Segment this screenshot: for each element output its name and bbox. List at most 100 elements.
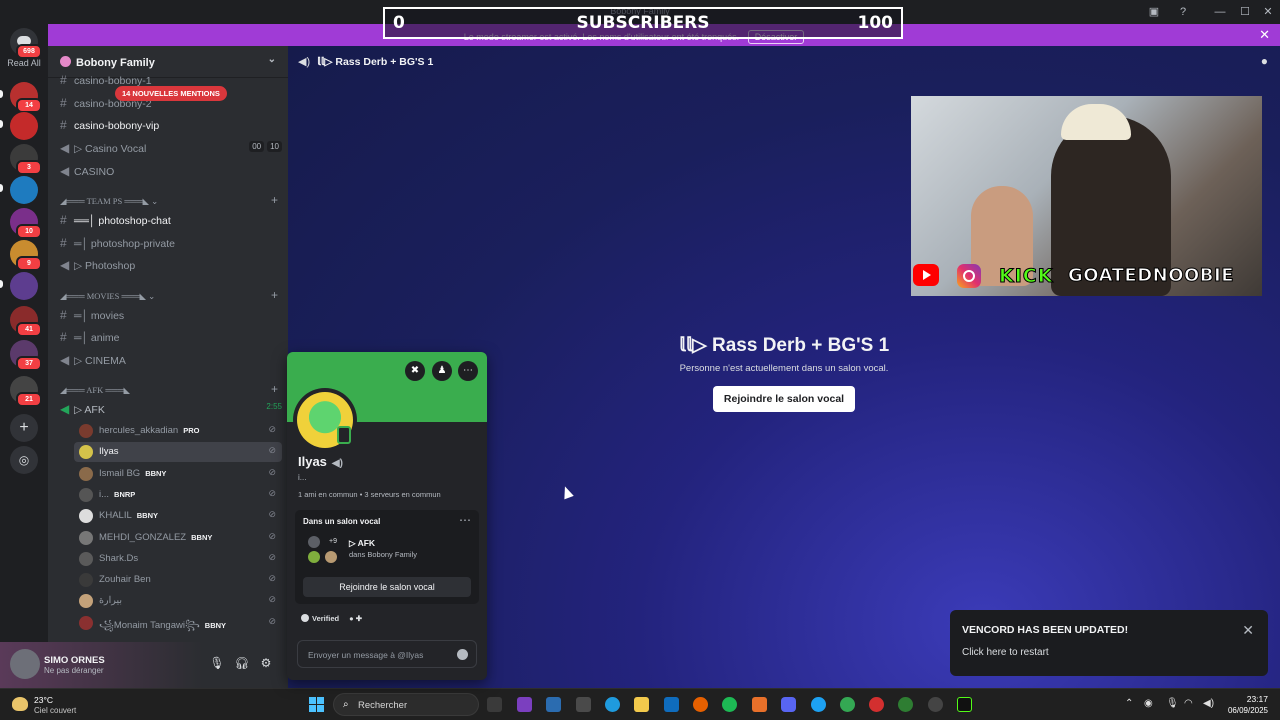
server-icon[interactable] [10,112,38,140]
message-input[interactable]: Envoyer un message à @Ilyas [297,640,477,668]
subs-label: SUBSCRIBERS [576,13,710,33]
new-mentions-pill[interactable]: 14 NOUVELLES MENTIONS [115,86,227,101]
add-channel-icon[interactable]: + [271,193,278,207]
tools-icon[interactable]: ✖ [405,361,425,381]
profile-name-text: Ilyas [298,454,327,469]
restart-link[interactable]: Click here to restart [962,647,1049,658]
add-server-icon[interactable]: + [10,414,38,442]
voice-user-row[interactable]: MEHDI_GONZALEZ BBNY ⊘ [74,528,282,548]
server-icon[interactable]: 21 [10,376,42,407]
channel-casino[interactable]: ◀ CASINO [56,160,282,180]
server-icon[interactable] [10,176,38,204]
maximize-button[interactable]: ☐ [1237,4,1253,20]
server-icon[interactable]: 41 [10,306,42,337]
more-options-icon[interactable]: ⋯ [458,361,478,381]
channel-casino-bobony-vip[interactable]: # casino-bobony-vip [56,114,282,134]
voice-user-row[interactable]: Shark.Ds ⊘ [74,549,282,569]
voice-user-row[interactable]: Ismail BG BBNY ⊘ [74,464,282,484]
explore-icon[interactable]: ◎ [10,446,38,474]
emoji-icon[interactable] [457,649,468,660]
join-voice-button[interactable]: Rejoindre le salon vocal [712,386,856,412]
channel-anime[interactable]: # ═│ anime [56,326,282,346]
windows-start-icon[interactable] [309,697,324,712]
close-icon[interactable]: ✕ [1242,622,1254,639]
voice-user-row[interactable]: hercules_akkadian PRO ⊘ [74,421,282,441]
avatar[interactable] [10,649,40,679]
outlook-icon[interactable] [664,697,679,712]
avatar [79,530,93,545]
server-icon[interactable]: 9 [10,240,42,271]
voice-user-row[interactable]: i... BNRP ⊘ [74,485,282,505]
chrome-icon[interactable] [840,697,855,712]
clock-date[interactable]: 06/09/2025 [1222,706,1268,715]
app-icon[interactable] [869,697,884,712]
tray-icon[interactable]: ◉ [1144,698,1153,709]
home-button[interactable]: 698 [10,28,42,59]
help-icon[interactable]: ? [1175,4,1191,20]
clock-time[interactable]: 23:17 [1222,694,1268,704]
edge-icon[interactable] [605,697,620,712]
gear-icon[interactable]: ⚙ [257,656,275,674]
voice-user-row[interactable]: بيرارة ⊘ [74,591,282,611]
category-movies[interactable]: ◢═══ MOVIES ═══◣ ⌄ + [60,288,278,302]
more-options-icon[interactable]: ⋯ [459,513,471,527]
chevron-down-icon[interactable]: ⌄ [268,54,276,65]
close-icon[interactable]: ✕ [1259,27,1270,43]
app-icon[interactable] [928,697,943,712]
voice-user-row[interactable]: ꧁Monaim Tangawi꧂ BBNY ⊘ [74,613,282,633]
minimize-button[interactable]: — [1212,4,1228,20]
server-icon[interactable]: 14 [10,82,42,113]
app-icon[interactable] [957,697,972,712]
weather-icon[interactable] [12,697,28,711]
file-explorer-icon[interactable] [634,697,649,712]
channel-photoshop-chat[interactable]: # ══│ photoshop-chat [56,209,282,229]
add-channel-icon[interactable]: + [271,382,278,396]
taskbar-search[interactable]: ⌕ Rechercher [333,693,479,716]
server-icon[interactable]: 37 [10,340,42,371]
chat-bubble-icon[interactable]: ● [1261,54,1268,68]
app-icon[interactable] [576,697,591,712]
firefox-icon[interactable] [693,697,708,712]
voice-user-label: ꧁Monaim Tangawi꧂ [99,619,200,631]
app-icon[interactable] [517,697,532,712]
server-icon[interactable]: 3 [10,144,42,175]
wifi-icon[interactable]: ◠ [1184,698,1193,709]
add-friend-icon[interactable]: ♟ [432,361,452,381]
add-channel-icon[interactable]: + [271,288,278,302]
volume-icon[interactable]: ◀) [1203,698,1214,709]
channel-casino-vocal[interactable]: ◀ ▷ Casino Vocal 00 10 [56,137,282,157]
channel-cinema[interactable]: ◀ ▷ CINEMA [56,349,282,369]
category-afk[interactable]: ◢═══ AFK ═══◣ + [60,382,278,396]
discord-icon[interactable] [781,697,796,712]
channel-photoshop[interactable]: ◀ ▷ Photoshop [56,254,282,274]
spotify-icon[interactable] [722,697,737,712]
app-icon[interactable] [546,697,561,712]
voice-user-row[interactable]: Ilyas ⊘ [74,442,282,463]
app-icon[interactable] [752,697,767,712]
server-icon[interactable]: 10 [10,208,42,239]
task-view-icon[interactable] [487,697,502,712]
category-team-ps[interactable]: ◢═══ TEAM PS ═══◣ ⌄ + [60,193,278,207]
chrome-icon[interactable] [811,697,826,712]
channel-afk[interactable]: ◀ ▷ AFK 2:55 [56,398,282,418]
voice-user-row[interactable]: Zouhair Ben ⊘ [74,570,282,590]
microphone-icon[interactable]: 🎙︎ [1166,698,1179,709]
vencord-update-toast[interactable]: VENCORD HAS BEEN UPDATED! Click here to … [950,610,1268,676]
voice-user-label: Ilyas [99,446,119,458]
microphone-icon[interactable]: 🎙︎ [208,656,226,674]
headphones-icon[interactable]: 🎧︎ [233,656,251,674]
channel-movies[interactable]: # ═│ movies [56,304,282,324]
inbox-icon[interactable]: ▣ [1146,4,1162,20]
app-icon[interactable] [898,697,913,712]
close-window-button[interactable]: ✕ [1260,4,1276,20]
in-voice-card: Dans un salon vocal ⋯ +9 ▷ AFK dans Bobo… [295,510,479,604]
hash-icon: # [60,308,67,322]
channel-label: ══│ photoshop-chat [74,215,171,227]
server-icon[interactable] [10,272,38,300]
channel-photoshop-private[interactable]: # ═│ photoshop-private [56,232,282,252]
chevron-up-icon[interactable]: ⌃ [1125,698,1133,709]
read-all-button[interactable]: Read All [0,58,48,68]
join-voice-button[interactable]: Rejoindre le salon vocal [303,577,471,597]
mutual-info[interactable]: 1 ami en commun • 3 serveurs en commun [298,490,441,499]
voice-user-row[interactable]: KHALIL BBNY ⊘ [74,506,282,526]
